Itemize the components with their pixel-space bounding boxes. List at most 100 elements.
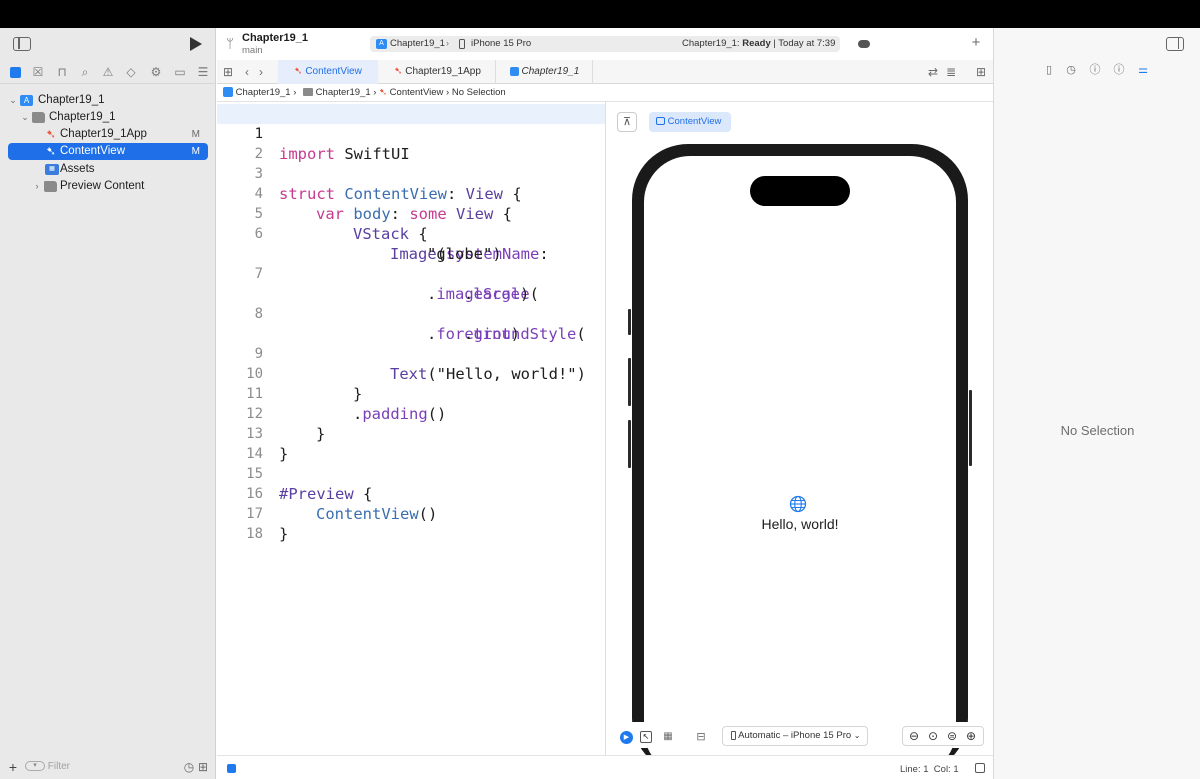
grid-related-icon[interactable]: ⊞ xyxy=(221,64,235,80)
cursor-position: Line: 1 Col: 1 xyxy=(900,764,959,775)
code-line[interactable]: 8 .foregroundStyle( xyxy=(217,284,605,343)
branch-name: main xyxy=(242,45,263,56)
back-chevron-icon[interactable]: ‹ xyxy=(241,64,253,80)
code-line[interactable]: 11 .padding() xyxy=(217,364,605,423)
code-line[interactable]: 7 .imageScale( xyxy=(217,244,605,303)
breakpoint-icon[interactable]: ▭ xyxy=(172,64,188,80)
code-line[interactable]: 14 xyxy=(217,424,605,462)
breadcrumb-item[interactable]: ContentView xyxy=(390,87,444,98)
pin-icon[interactable]: ⊼ xyxy=(617,112,637,132)
breadcrumb-item[interactable]: Chapter19_1 xyxy=(236,87,291,98)
scheme-status-bar[interactable]: A Chapter19_1 › iPhone 15 Pro Chapter19_… xyxy=(370,36,840,52)
preview-chip[interactable]: ContentView xyxy=(649,112,731,132)
add-icon[interactable]: + xyxy=(6,759,20,775)
source-control-filter-icon[interactable]: ⊞ xyxy=(196,759,210,775)
code-line[interactable]: 12 } xyxy=(217,384,605,443)
code-line[interactable]: 13 } xyxy=(217,404,605,463)
split-editor-icon[interactable]: ⇄ xyxy=(926,64,940,80)
debug-area-toggle[interactable] xyxy=(227,764,236,773)
breadcrumb[interactable]: Chapter19_1 › Chapter19_1 › ➷ ContentVie… xyxy=(223,84,506,102)
editor-tab-bar: ⊞ ‹ › ➷ ContentView ➷ Chapter19_1App Cha… xyxy=(217,60,993,84)
issue-icon[interactable]: ⚠ xyxy=(100,64,116,80)
swift-file-icon: ➷ xyxy=(294,66,303,77)
zoom-out-icon[interactable]: ⊖ xyxy=(907,728,921,744)
variants-grid-icon[interactable]: ▦ xyxy=(660,729,676,745)
volume-up-button xyxy=(628,358,631,406)
dynamic-island xyxy=(750,176,850,206)
code-line[interactable]: .tint) xyxy=(217,304,605,343)
zoom-fit-icon[interactable]: ⊙ xyxy=(926,728,940,744)
tree-item-preview-content[interactable]: › Preview Content xyxy=(8,178,208,195)
history-inspector-icon[interactable]: ◷ xyxy=(1064,62,1078,78)
code-line[interactable]: 9 Text("Hello, world!") xyxy=(217,324,605,383)
recent-files-icon[interactable]: ◷ xyxy=(182,759,196,775)
branch-icon[interactable]: ᛘ xyxy=(223,36,237,52)
zoom-in-icon[interactable]: ⊕ xyxy=(964,728,978,744)
filter-options-icon[interactable]: ▾ xyxy=(25,761,45,772)
tab-contentview[interactable]: ➷ ContentView xyxy=(278,60,378,84)
asset-catalog-icon: ▦ xyxy=(45,164,59,175)
chevron-down-icon[interactable]: ⌄ xyxy=(20,109,30,126)
tree-item-contentview[interactable]: ➷ ContentView M xyxy=(8,143,208,160)
add-library-icon[interactable]: + xyxy=(969,35,983,51)
app-target-icon: A xyxy=(376,39,387,49)
breadcrumb-item[interactable]: No Selection xyxy=(452,87,506,98)
breadcrumb-item[interactable]: Chapter19_1 xyxy=(316,87,371,98)
code-line[interactable]: 5 VStack { xyxy=(217,184,605,243)
code-line[interactable]: 15 #Preview { xyxy=(217,444,605,503)
chevron-down-icon[interactable]: ⌄ xyxy=(8,92,18,109)
code-line[interactable]: 10 } xyxy=(217,344,605,403)
tab-chapter19-1app[interactable]: ➷ Chapter19_1App xyxy=(380,60,496,84)
scheme-target[interactable]: Chapter19_1 xyxy=(390,38,445,49)
tree-item-app-file[interactable]: ➷ Chapter19_1App M xyxy=(8,126,208,143)
cloud-account-icon[interactable] xyxy=(858,40,870,48)
tree-item-group[interactable]: ⌄ Chapter19_1 xyxy=(8,109,208,126)
build-status: Chapter19_1: Ready | Today at 7:39 xyxy=(682,38,835,49)
source-control-icon[interactable]: ☒ xyxy=(30,64,46,80)
chevron-right-icon[interactable]: › xyxy=(32,178,42,195)
code-line[interactable]: 2 xyxy=(217,124,605,162)
live-preview-button[interactable]: ▶ xyxy=(620,731,633,744)
attributes-inspector-icon[interactable]: ⚌ xyxy=(1136,62,1150,78)
tab-chapter19-1[interactable]: Chapter19_1 xyxy=(497,60,593,84)
source-editor[interactable]: 1 import SwiftUI 2 3 struct ContentView:… xyxy=(217,102,605,755)
minimap-toggle-icon[interactable] xyxy=(975,763,985,773)
inspector-toggle-icon[interactable] xyxy=(1166,37,1184,51)
find-icon[interactable]: ⌕ xyxy=(77,64,93,80)
editor-options-icon[interactable]: ≣ xyxy=(944,64,958,80)
run-button[interactable] xyxy=(190,37,202,51)
device-settings-icon[interactable]: ⊟ xyxy=(694,729,708,745)
modified-badge: M xyxy=(191,129,200,140)
test-icon[interactable]: ◇ xyxy=(123,64,139,80)
sidebar-toggle-icon[interactable] xyxy=(13,37,31,51)
zoom-actual-icon[interactable]: ⊜ xyxy=(945,728,959,744)
scheme-device[interactable]: iPhone 15 Pro xyxy=(471,38,531,49)
code-line[interactable]: 4 var body: some View { xyxy=(217,164,605,223)
device-picker[interactable]: Automatic – iPhone 15 Pro ⌄ xyxy=(722,726,868,746)
filter-field[interactable]: ▾ Filter xyxy=(25,759,175,775)
code-line[interactable]: 3 struct ContentView: View { xyxy=(217,144,605,203)
code-line[interactable]: 16 ContentView() xyxy=(217,464,605,523)
code-line[interactable]: .large) xyxy=(217,264,605,303)
code-line[interactable]: 6 Image(systemName: xyxy=(217,204,605,263)
project-navigator-icon[interactable] xyxy=(8,64,24,80)
add-editor-icon[interactable]: ⊞ xyxy=(974,64,988,80)
debug-icon[interactable]: ⚙ xyxy=(148,64,164,80)
iphone-icon xyxy=(459,39,465,49)
preview-icon xyxy=(656,117,665,126)
tree-item-project[interactable]: ⌄ A Chapter19_1 xyxy=(8,92,208,109)
code-line[interactable]: 17 } xyxy=(217,484,605,543)
bookmark-icon[interactable]: ⊓ xyxy=(54,64,70,80)
code-line[interactable]: "globe") xyxy=(217,224,605,263)
code-line[interactable]: 1 import SwiftUI xyxy=(217,104,605,163)
file-inspector-icon[interactable]: ▯ xyxy=(1042,62,1056,78)
accessibility-inspector-icon[interactable]: ⓘ xyxy=(1112,62,1126,78)
code-line[interactable]: 18 xyxy=(217,504,605,542)
quick-help-icon[interactable]: ⓘ xyxy=(1088,62,1102,78)
report-icon[interactable]: ☰ xyxy=(195,64,211,80)
tree-item-label: Chapter19_1 xyxy=(38,94,105,106)
selectable-mode-icon[interactable]: ↖ xyxy=(640,731,652,743)
forward-chevron-icon[interactable]: › xyxy=(255,64,267,80)
tree-item-assets[interactable]: ▦ Assets xyxy=(8,161,208,178)
zoom-controls: ⊖ ⊙ ⊜ ⊕ xyxy=(902,726,984,746)
